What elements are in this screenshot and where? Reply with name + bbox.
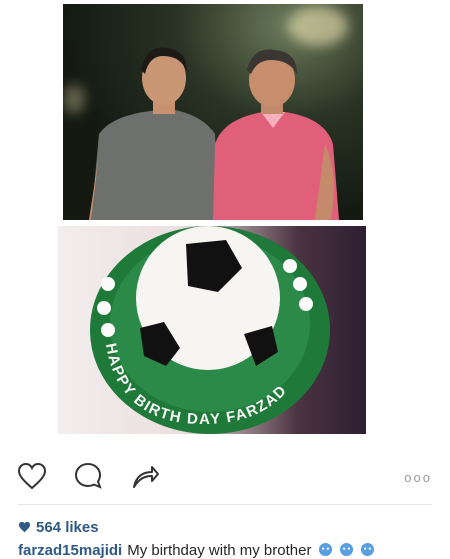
caption: farzad15majidi My birthday with my brothe… — [18, 542, 450, 559]
caption-username[interactable]: farzad15majidi — [18, 542, 122, 559]
share-arrow-icon[interactable] — [130, 461, 160, 491]
divider — [18, 504, 432, 505]
post-photo-friends[interactable] — [63, 4, 363, 220]
person-grey-shirt — [89, 47, 339, 220]
heart-filled-icon — [18, 521, 31, 533]
cake-illustration: HAPPY BIRTH DAY FARZAD — [90, 226, 330, 434]
caption-text: My birthday with my brother — [127, 542, 312, 559]
post-photo-cake[interactable]: HAPPY BIRTH DAY FARZAD — [58, 226, 366, 434]
face-emoji-icon — [360, 542, 375, 557]
speech-bubble-icon[interactable] — [73, 461, 103, 491]
likes-count: 564 likes — [36, 518, 99, 536]
face-emoji-icon — [318, 542, 332, 557]
heart-outline-icon[interactable] — [17, 462, 47, 490]
face-emoji-icon — [339, 542, 353, 557]
likes-row[interactable]: 564 likes — [18, 518, 99, 536]
more-options-button[interactable]: ooo — [404, 470, 432, 485]
action-bar: ooo — [0, 456, 450, 496]
